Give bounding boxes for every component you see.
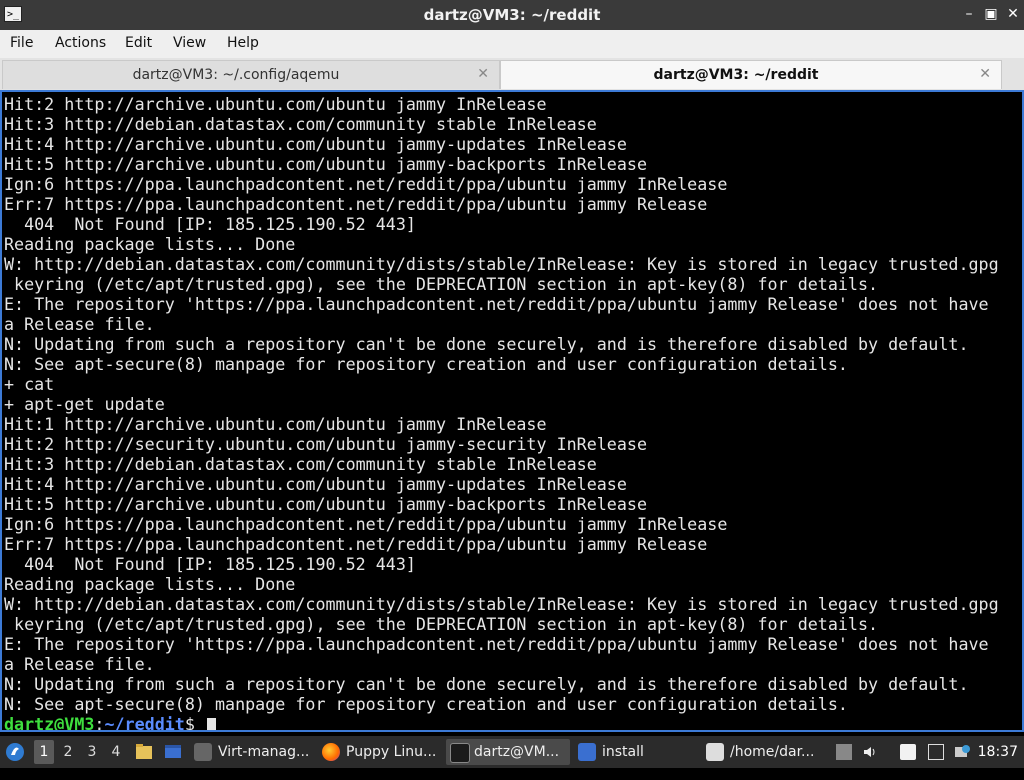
task-firefox[interactable]: Puppy Linu... bbox=[318, 739, 442, 765]
terminal-line: a Release file. bbox=[4, 314, 155, 334]
terminal-line: + cat bbox=[4, 374, 55, 394]
terminal-line: Reading package lists... Done bbox=[4, 234, 296, 254]
terminal-line: 404 Not Found [IP: 185.125.190.52 443] bbox=[4, 554, 416, 574]
terminal-line: Hit:5 http://archive.ubuntu.com/ubuntu j… bbox=[4, 154, 647, 174]
text-editor-icon bbox=[706, 743, 724, 761]
task-label: dartz@VM... bbox=[474, 744, 560, 760]
close-icon[interactable]: ✕ bbox=[1004, 5, 1022, 23]
tab-close-icon[interactable]: ✕ bbox=[979, 66, 991, 82]
terminal-line: a Release file. bbox=[4, 654, 155, 674]
task-install[interactable]: install bbox=[574, 739, 698, 765]
terminal-line: Ign:6 https://ppa.launchpadcontent.net/r… bbox=[4, 174, 728, 194]
menu-edit[interactable]: Edit bbox=[125, 35, 152, 51]
terminal-line: + apt-get update bbox=[4, 394, 165, 414]
menu-bar: File Actions Edit View Help bbox=[0, 30, 1024, 59]
terminal-line: 404 Not Found [IP: 185.125.190.52 443] bbox=[4, 214, 416, 234]
volume-icon[interactable] bbox=[862, 744, 878, 760]
prompt-symbol: $ bbox=[184, 714, 205, 732]
terminal-line: E: The repository 'https://ppa.launchpad… bbox=[4, 294, 989, 314]
terminal-line: W: http://debian.datastax.com/community/… bbox=[4, 254, 999, 274]
menu-file[interactable]: File bbox=[10, 35, 33, 51]
task-terminal[interactable]: dartz@VM... bbox=[446, 739, 570, 765]
tab-reddit[interactable]: dartz@VM3: ~/reddit ✕ bbox=[500, 60, 1002, 89]
tab-aqemu[interactable]: dartz@VM3: ~/.config/aqemu ✕ bbox=[2, 60, 500, 89]
menu-help[interactable]: Help bbox=[227, 35, 259, 51]
terminal-lines: Hit:2 http://archive.ubuntu.com/ubuntu j… bbox=[4, 94, 999, 732]
terminal-line: N: Updating from such a repository can't… bbox=[4, 674, 969, 694]
window-title: dartz@VM3: ~/reddit bbox=[423, 6, 601, 24]
prompt-user-host: dartz@VM3 bbox=[4, 714, 95, 732]
clock[interactable]: 18:37 bbox=[978, 736, 1018, 768]
terminal-line: Reading package lists... Done bbox=[4, 574, 296, 594]
terminal-line: Hit:1 http://archive.ubuntu.com/ubuntu j… bbox=[4, 414, 547, 434]
terminal-line: Hit:5 http://archive.ubuntu.com/ubuntu j… bbox=[4, 494, 647, 514]
tab-close-icon[interactable]: ✕ bbox=[477, 66, 489, 82]
terminal-line: N: Updating from such a repository can't… bbox=[4, 334, 969, 354]
terminal-line: E: The repository 'https://ppa.launchpad… bbox=[4, 634, 989, 654]
terminal-output[interactable]: Hit:2 http://archive.ubuntu.com/ubuntu j… bbox=[0, 90, 1024, 732]
prompt-line[interactable]: dartz@VM3:~/reddit$ bbox=[4, 714, 999, 732]
window-titlebar[interactable]: >_ dartz@VM3: ~/reddit – ▣ ✕ bbox=[0, 0, 1024, 30]
show-desktop-icon[interactable] bbox=[162, 736, 184, 768]
workspace-4[interactable]: 4 bbox=[106, 740, 126, 764]
network-icon[interactable] bbox=[928, 744, 944, 760]
task-label: Virt-manag... bbox=[218, 744, 310, 760]
tab-bar: dartz@VM3: ~/.config/aqemu ✕ dartz@VM3: … bbox=[0, 58, 1024, 90]
terminal-icon bbox=[450, 743, 470, 763]
terminal-line: Hit:3 http://debian.datastax.com/communi… bbox=[4, 114, 597, 134]
task-text-editor[interactable]: /home/dar... bbox=[702, 739, 826, 765]
menu-actions[interactable]: Actions bbox=[55, 35, 106, 51]
start-menu-icon[interactable] bbox=[4, 736, 26, 768]
text-cursor bbox=[206, 717, 216, 730]
update-icon[interactable] bbox=[954, 744, 970, 760]
workspace-1[interactable]: 1 bbox=[34, 740, 54, 764]
firefox-icon bbox=[322, 743, 340, 761]
terminal-line: Hit:4 http://archive.ubuntu.com/ubuntu j… bbox=[4, 474, 627, 494]
terminal-line: Hit:2 http://archive.ubuntu.com/ubuntu j… bbox=[4, 94, 547, 114]
terminal-line: N: See apt-secure(8) manpage for reposit… bbox=[4, 694, 848, 714]
menu-view[interactable]: View bbox=[173, 35, 206, 51]
workspace-2[interactable]: 2 bbox=[58, 740, 78, 764]
workspace-3[interactable]: 3 bbox=[82, 740, 102, 764]
terminal-line: Err:7 https://ppa.launchpadcontent.net/r… bbox=[4, 534, 708, 554]
prompt-path: ~/reddit bbox=[104, 714, 185, 732]
terminal-line: N: See apt-secure(8) manpage for reposit… bbox=[4, 354, 848, 374]
task-label: /home/dar... bbox=[730, 744, 815, 760]
tab-label: dartz@VM3: ~/.config/aqemu bbox=[132, 67, 340, 83]
notes-icon[interactable] bbox=[900, 744, 916, 760]
terminal-line: keyring (/etc/apt/trusted.gpg), see the … bbox=[4, 614, 879, 634]
terminal-line: W: http://debian.datastax.com/community/… bbox=[4, 594, 999, 614]
terminal-line: Ign:6 https://ppa.launchpadcontent.net/r… bbox=[4, 514, 728, 534]
terminal-line: Hit:3 http://debian.datastax.com/communi… bbox=[4, 454, 597, 474]
virt-manager-icon bbox=[194, 743, 212, 761]
task-label: install bbox=[602, 744, 644, 760]
file-manager-icon[interactable] bbox=[134, 736, 154, 768]
terminal-line: Hit:4 http://archive.ubuntu.com/ubuntu j… bbox=[4, 134, 627, 154]
taskbar: 1 2 3 4 Virt-manag... Puppy Linu... dart… bbox=[0, 736, 1024, 768]
folder-icon bbox=[578, 743, 596, 761]
task-virt-manager[interactable]: Virt-manag... bbox=[190, 739, 314, 765]
task-label: Puppy Linu... bbox=[346, 744, 437, 760]
prompt-separator: : bbox=[94, 714, 105, 732]
maximize-icon[interactable]: ▣ bbox=[982, 5, 1000, 23]
clipboard-icon[interactable] bbox=[836, 744, 852, 760]
terminal-line: Err:7 https://ppa.launchpadcontent.net/r… bbox=[4, 194, 708, 214]
tab-label: dartz@VM3: ~/reddit bbox=[653, 67, 819, 83]
terminal-line: keyring (/etc/apt/trusted.gpg), see the … bbox=[4, 274, 879, 294]
minimize-icon[interactable]: – bbox=[960, 5, 978, 23]
terminal-line: Hit:2 http://security.ubuntu.com/ubuntu … bbox=[4, 434, 647, 454]
